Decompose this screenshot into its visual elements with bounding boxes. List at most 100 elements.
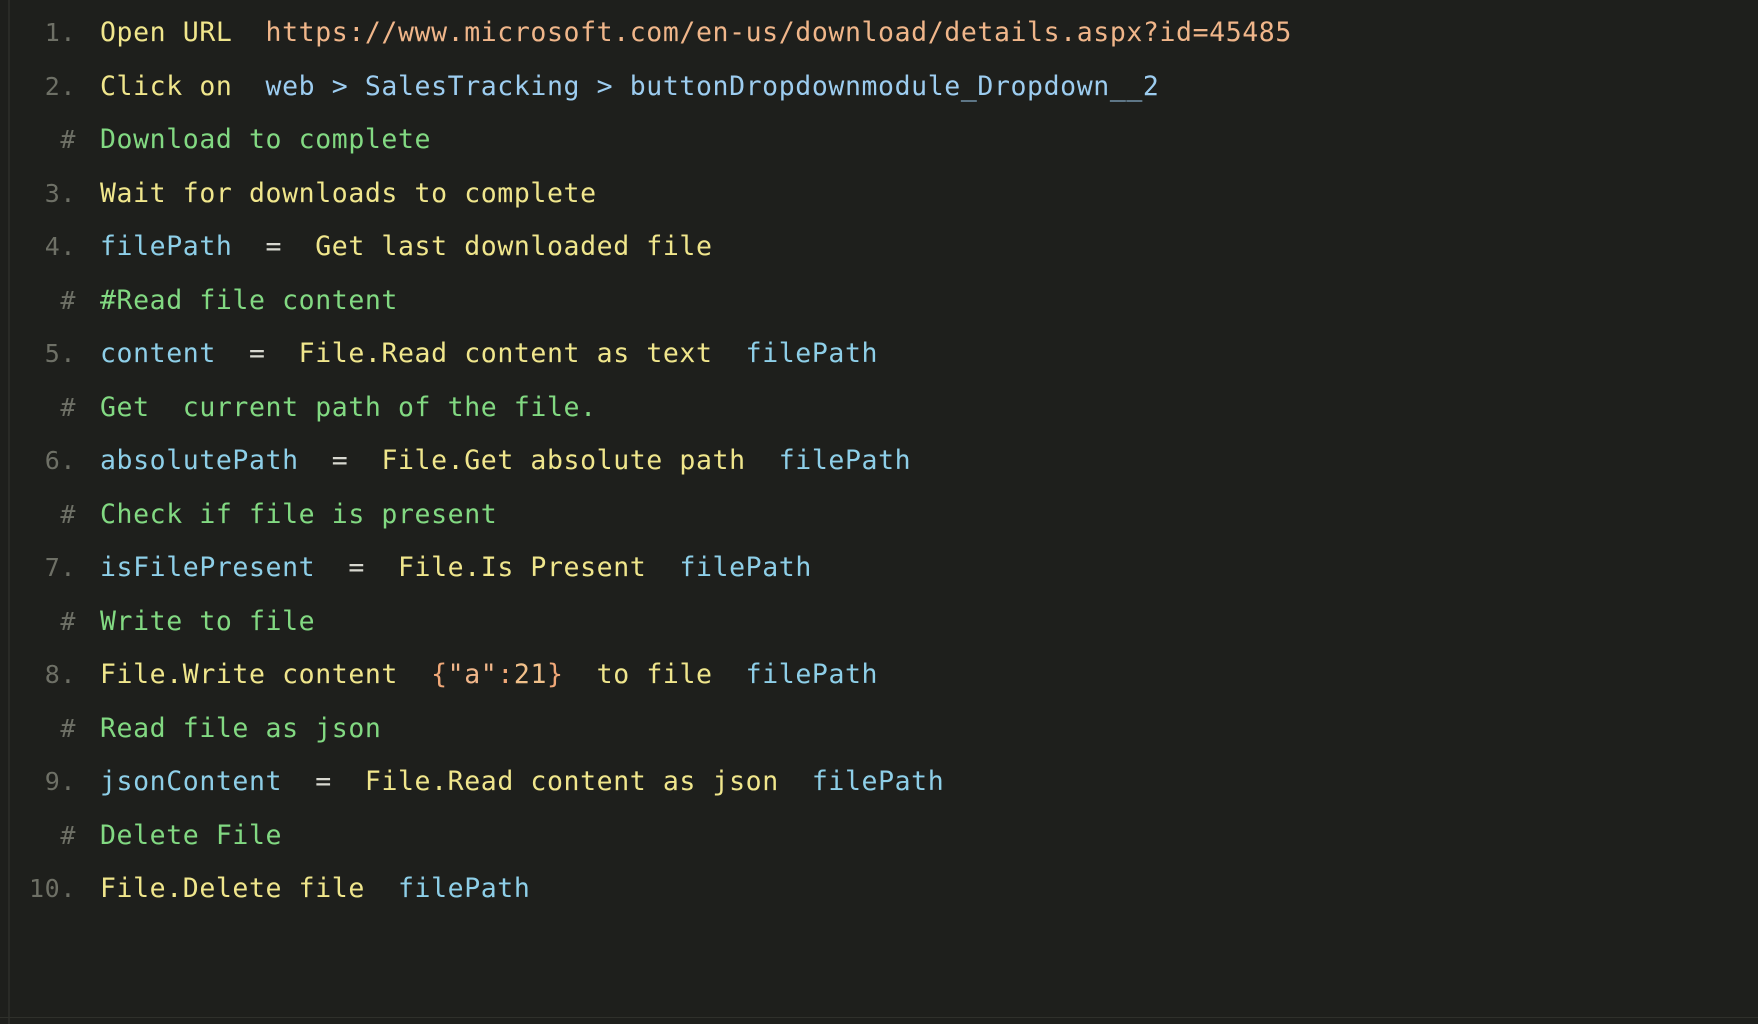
code-token: = (249, 338, 266, 369)
step-line[interactable]: 6. absolutePath = File.Get absolute path … (0, 434, 1758, 488)
code-token: File.Get absolute path (381, 445, 746, 476)
comment-marker: # (60, 606, 76, 636)
comment-line[interactable]: # #Read file content (0, 274, 1758, 328)
code-line-list: 1. Open URL https://www.microsoft.com/en-… (0, 0, 1758, 916)
code-token: filePath (811, 766, 945, 797)
step-line[interactable]: 10. File.Delete file filePath (0, 862, 1758, 916)
step-line[interactable]: 1. Open URL https://www.microsoft.com/en-… (0, 6, 1758, 60)
line-number: 10. (29, 874, 76, 903)
code-token: } (547, 659, 564, 690)
line-content: Read file as json (76, 702, 1758, 756)
comment-line[interactable]: # Delete File (0, 809, 1758, 863)
line-number: 1. (44, 18, 76, 47)
code-token: #Read file content (100, 284, 398, 316)
code-token: filePath (679, 552, 812, 583)
code-token: filePath (778, 445, 912, 476)
code-token: : (497, 659, 514, 690)
line-content: File.Write content {"a":21} to file file… (76, 648, 1758, 702)
code-token: = (348, 552, 365, 583)
code-token: Get current path of the file. (100, 391, 597, 423)
line-content: Get current path of the file. (76, 381, 1758, 435)
comment-line[interactable]: # Check if file is present (0, 488, 1758, 542)
comment-marker: # (60, 713, 76, 743)
line-content: Delete File (76, 809, 1758, 863)
line-number: 6. (44, 446, 76, 475)
code-token: absolutePath (100, 445, 299, 476)
code-token: Write to file (100, 605, 316, 637)
code-token: File.Read content as text (298, 338, 713, 369)
step-line[interactable]: 7. isFilePresent = File.Is Present filePa… (0, 541, 1758, 595)
comment-marker: # (60, 392, 76, 422)
line-number: 2. (44, 71, 76, 101)
code-token: Check if file is present (100, 498, 498, 530)
line-number: 8. (44, 660, 76, 689)
line-number: 3. (44, 178, 76, 208)
code-token: "a" (447, 659, 498, 690)
script-editor: 1. Open URL https://www.microsoft.com/en-… (0, 0, 1758, 1024)
code-token: File.Write content (100, 659, 398, 690)
comment-line[interactable]: # Get current path of the file. (0, 381, 1758, 435)
line-content: Download to complete (76, 113, 1758, 167)
line-number: 9. (44, 767, 76, 796)
line-content: File.Delete file filePath (76, 862, 1758, 916)
code-token: filePath (745, 338, 879, 369)
line-content: Check if file is present (76, 488, 1758, 542)
code-token: Download to complete (100, 124, 432, 155)
line-content: Click on web > SalesTracking > buttonDro… (76, 60, 1758, 114)
line-content: Wait for downloads to complete (76, 167, 1758, 221)
code-token: content (100, 338, 216, 369)
code-token: jsonContent (100, 766, 283, 797)
line-content: isFilePresent = File.Is Present filePath (76, 541, 1758, 595)
step-line[interactable]: 2. Click on web > SalesTracking > buttonD… (0, 60, 1758, 114)
code-token: https://www.microsoft.com/en-us/download… (265, 17, 1292, 48)
comment-line[interactable]: # Download to complete (0, 113, 1758, 167)
step-line[interactable]: 3. Wait for downloads to complete (0, 167, 1758, 221)
comment-marker: # (60, 285, 76, 315)
comment-line[interactable]: # Read file as json (0, 702, 1758, 756)
code-token: = (265, 231, 283, 262)
step-line[interactable]: 4. filePath = Get last downloaded file (0, 220, 1758, 274)
code-token: filePath (745, 659, 879, 690)
line-content: #Read file content (76, 274, 1758, 328)
code-token: web > SalesTracking > buttonDropdownmodu… (265, 70, 1160, 102)
comment-marker: # (60, 125, 76, 154)
comment-marker: # (60, 820, 76, 850)
code-token: to file (596, 659, 713, 690)
code-token: = (331, 445, 349, 476)
step-line[interactable]: 9. jsonContent = File.Read content as jso… (0, 755, 1758, 809)
step-line[interactable]: 8. File.Write content {"a":21} to file fi… (0, 648, 1758, 702)
line-content: content = File.Read content as text file… (76, 327, 1758, 381)
code-token: File.Read content as json (364, 766, 779, 797)
code-token: filePath (100, 231, 233, 262)
step-line[interactable]: 5. content = File.Read content as text fi… (0, 327, 1758, 381)
code-token: = (315, 766, 332, 797)
code-token: File.Is Present (398, 552, 647, 583)
line-number: 5. (44, 339, 76, 368)
code-token: Open URL (100, 17, 233, 48)
code-token: 21 (513, 659, 547, 690)
line-content: filePath = Get last downloaded file (76, 220, 1758, 274)
comment-line[interactable]: # Write to file (0, 595, 1758, 649)
code-token: File.Delete file (100, 873, 365, 904)
line-content: Write to file (76, 595, 1758, 649)
code-token: Get last downloaded file (315, 231, 713, 262)
code-token: Wait for downloads to complete (100, 177, 597, 209)
line-content: Open URL https://www.microsoft.com/en-us… (76, 6, 1758, 60)
comment-marker: # (60, 499, 76, 529)
line-content: absolutePath = File.Get absolute path fi… (76, 434, 1758, 488)
